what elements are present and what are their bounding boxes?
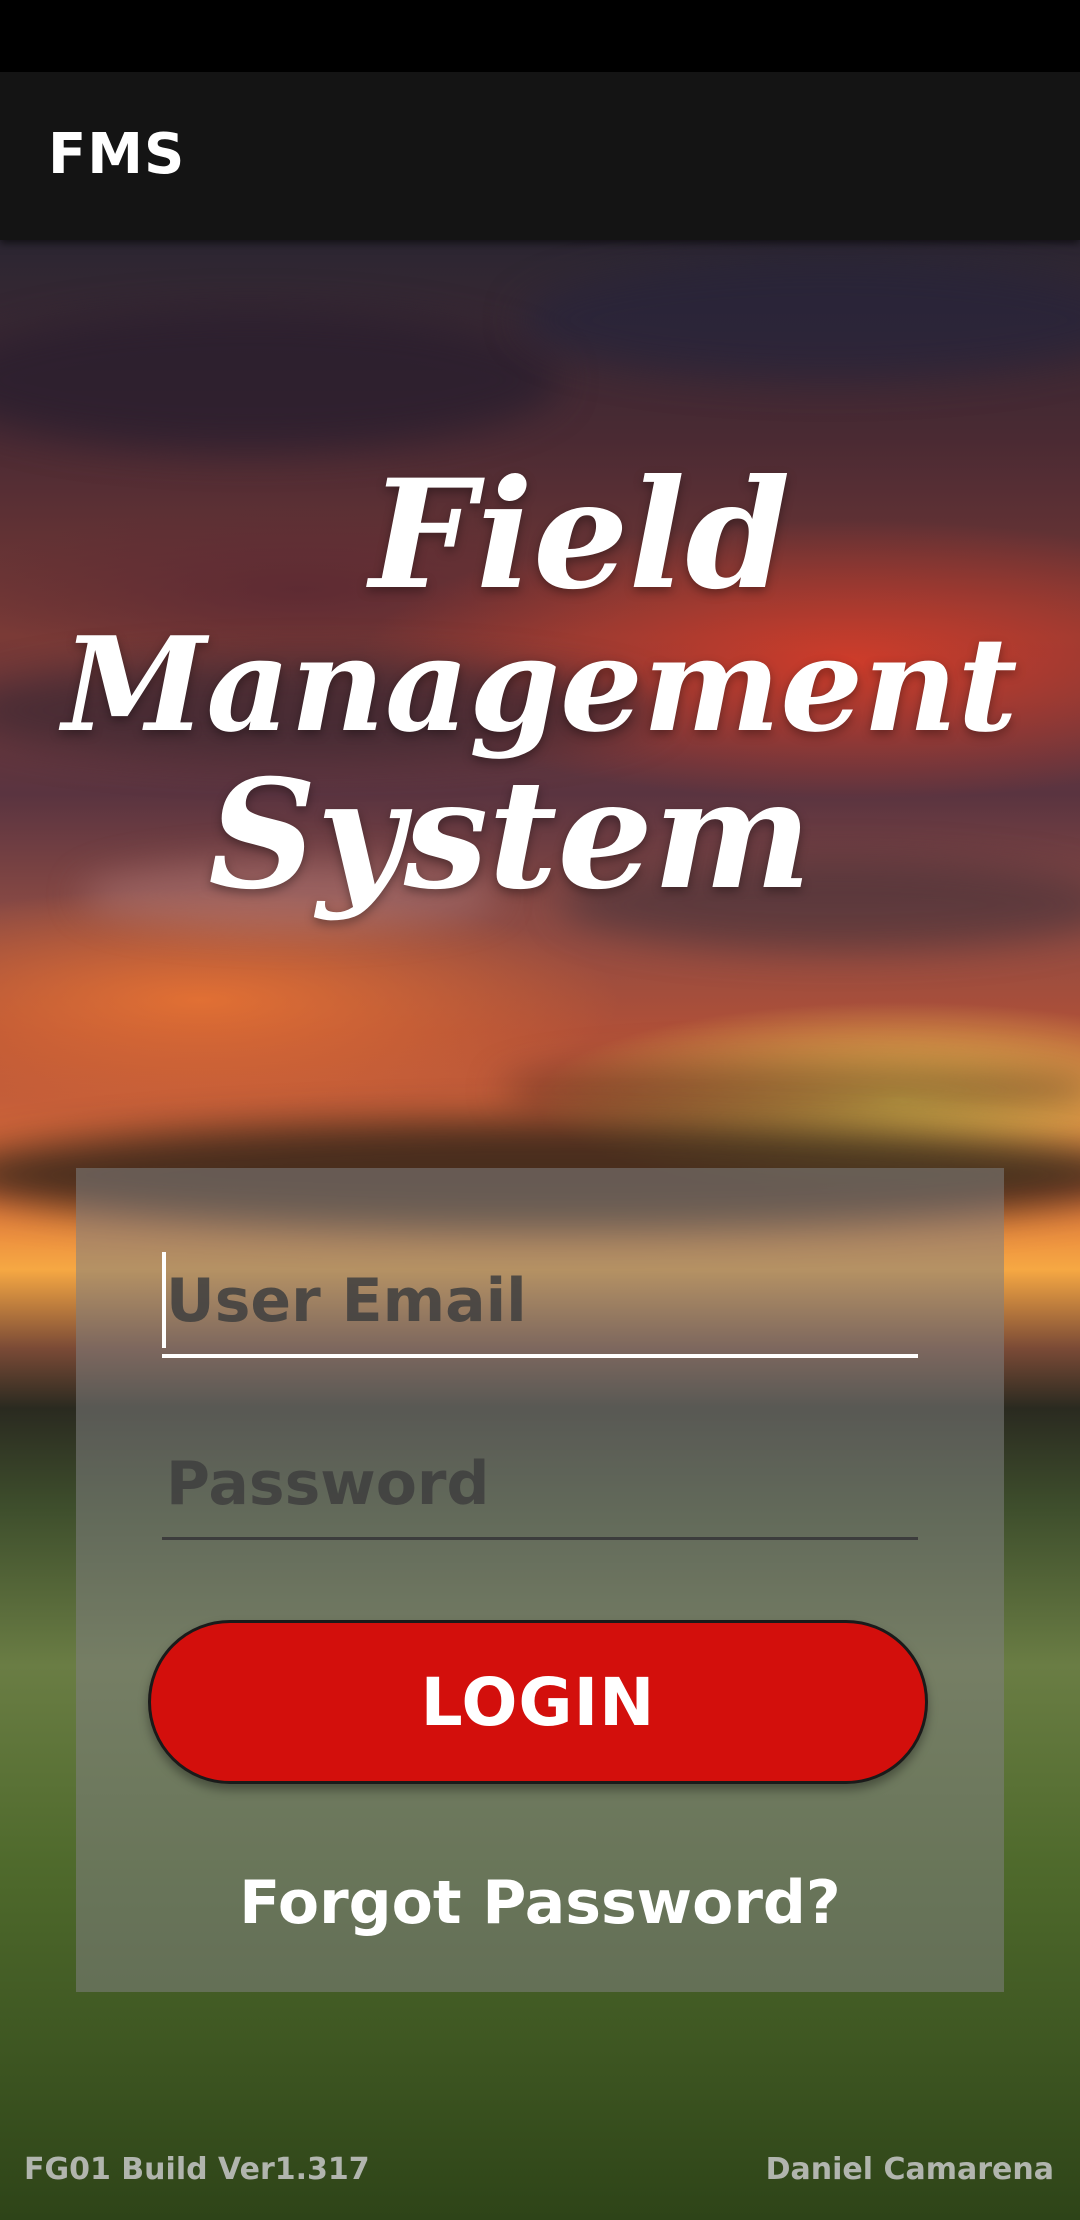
app-bar: FMS xyxy=(0,72,1080,240)
build-version-text: FG01 Build Ver1.317 xyxy=(24,2152,370,2187)
logo-line-field: Field xyxy=(369,447,791,623)
login-card: LOGIN Forgot Password? xyxy=(76,1168,1004,1992)
password-field[interactable] xyxy=(162,1430,918,1540)
forgot-password-link[interactable]: Forgot Password? xyxy=(76,1868,1004,1938)
app-logo-title: Field Management System xyxy=(0,460,1080,910)
logo-line-management: Management xyxy=(62,608,1018,761)
status-bar xyxy=(0,0,1080,72)
app-title: FMS xyxy=(48,122,186,187)
cloud xyxy=(500,1060,1080,1120)
login-button[interactable]: LOGIN xyxy=(148,1620,928,1784)
logo-line-system: System xyxy=(208,747,812,923)
login-screen: FMS Field Management System LOGIN Forgot… xyxy=(0,0,1080,2220)
text-cursor xyxy=(162,1252,166,1348)
author-credit-text: Daniel Camarena xyxy=(765,2152,1054,2187)
email-field[interactable] xyxy=(162,1248,918,1358)
